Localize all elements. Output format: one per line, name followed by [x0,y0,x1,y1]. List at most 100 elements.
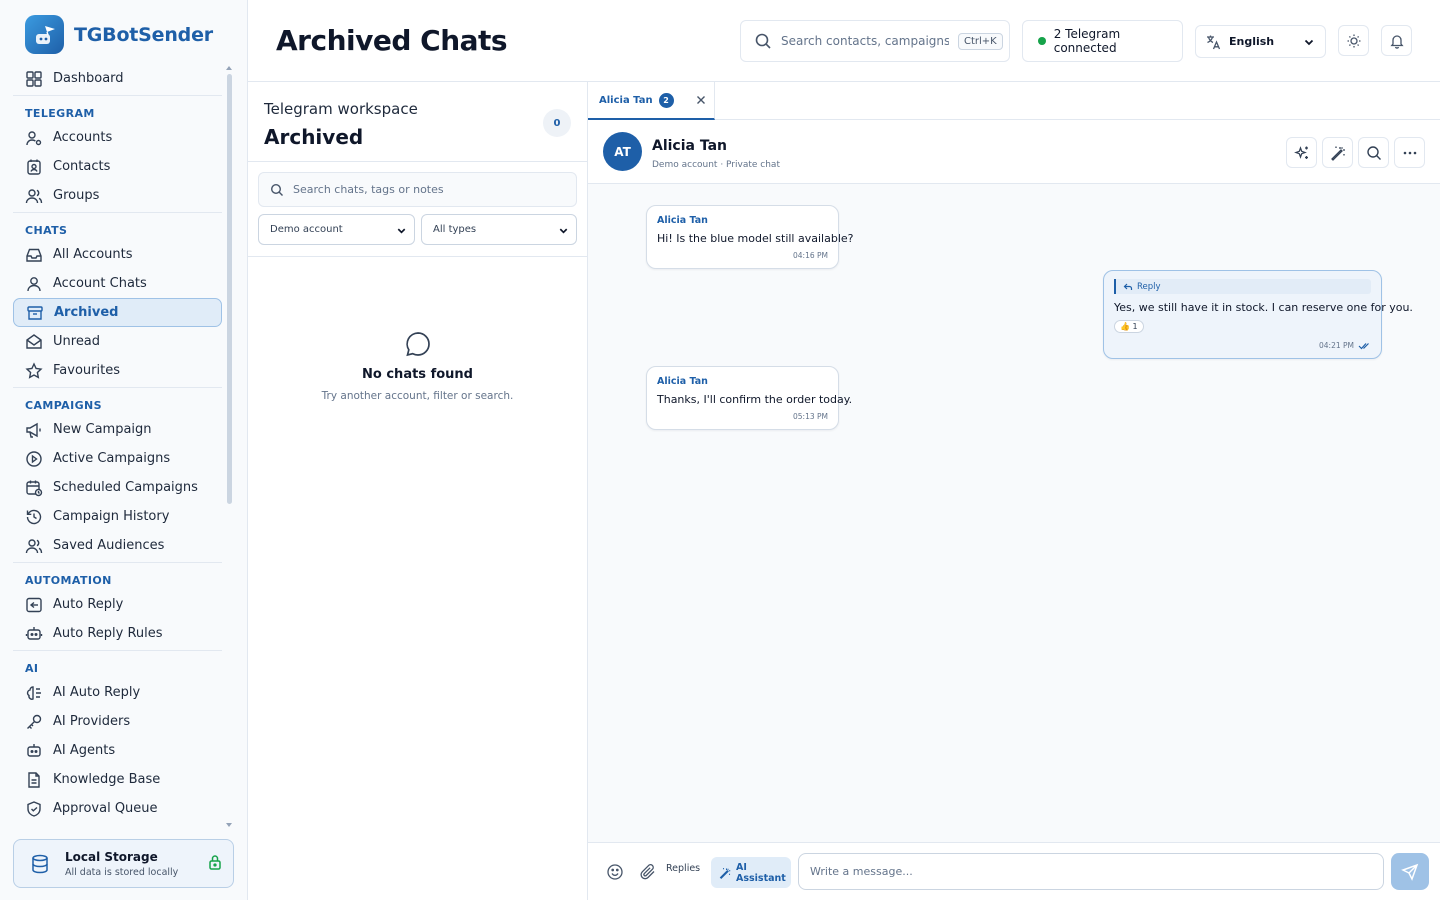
file-text-icon [28,771,40,788]
more-options-button[interactable] [1394,137,1425,168]
sidebar-item-ai-auto-reply[interactable]: AI Auto Reply [13,678,222,707]
ai-assistant-button[interactable]: AI Assistant [711,857,791,888]
sidebar-item-unread[interactable]: Unread [13,327,222,356]
megaphone-icon [26,422,41,438]
sidebar-item-groups[interactable]: Groups [13,181,222,210]
sidebar-item-account-chats[interactable]: Account Chats [13,269,222,298]
sidebar-item-label: AI Auto Reply [53,685,141,700]
reply-quote[interactable]: Reply [1114,279,1371,294]
conversation-header: AT Alicia Tan Demo account · Private cha… [588,120,1440,184]
users-icon [25,188,43,203]
sidebar-item-label: Dashboard [53,71,124,86]
reaction-badge[interactable]: 👍 1 [1114,320,1144,333]
avatar[interactable]: AT [603,132,642,171]
sidebar-item-favourites[interactable]: Favourites [13,356,222,385]
sidebar-item-label: Account Chats [53,276,147,291]
sidebar-item-accounts[interactable]: Accounts [13,123,222,152]
sidebar-item-scheduled-campaigns[interactable]: Scheduled Campaigns [13,473,222,502]
sidebar-item-active-campaigns[interactable]: Active Campaigns [13,444,222,473]
ai-suggest-button[interactable] [1286,137,1317,168]
telegram-connection-status[interactable]: 2 Telegram connected [1022,20,1183,62]
sidebar-item-ai-providers[interactable]: AI Providers [13,707,222,736]
lock-icon [209,855,221,870]
shield-check-icon [27,800,41,817]
message-text: Hi! Is the blue model still available? [657,232,854,245]
chat-search[interactable] [258,172,577,207]
account-filter-value: Demo account [270,224,343,235]
more-horizontal-icon [1403,151,1416,154]
app-logo-icon [25,15,64,54]
contact-name: Alicia Tan [652,138,728,154]
contact-book-icon [27,159,41,175]
paperclip-icon[interactable] [639,863,657,881]
sidebar-item-auto-reply[interactable]: Auto Reply [13,590,222,619]
message-text: Thanks, I'll confirm the order today. [657,393,853,406]
sidebar-item-label: Active Campaigns [53,451,171,466]
ai-assistant-label: AI Assistant [736,861,786,884]
language-label: English [1229,35,1275,48]
translate-icon [1207,35,1221,49]
divider [248,256,587,257]
chat-tab-bar: Alicia Tan 2 [588,82,1440,120]
sidebar-item-label: All Accounts [53,247,133,262]
emoji-icon[interactable] [606,863,624,881]
chat-tab-alicia-tan[interactable]: Alicia Tan 2 [588,82,715,120]
search-icon [755,33,771,49]
send-button[interactable] [1391,853,1429,890]
global-search[interactable]: Ctrl+K [740,20,1010,62]
chat-search-input[interactable] [293,183,553,196]
sidebar-item-archived[interactable]: Archived [13,298,222,327]
sidebar-nav: Dashboard TELEGRAM Accounts Contacts Gro… [0,64,234,830]
close-icon[interactable] [696,95,706,105]
account-filter-select[interactable]: Demo account [258,214,415,245]
sidebar-item-ai-agents[interactable]: AI Agents [13,736,222,765]
database-icon [32,854,48,873]
type-filter-select[interactable]: All types [421,214,577,245]
notifications-button[interactable] [1381,25,1412,56]
sun-icon [1347,34,1360,47]
theme-toggle-button[interactable] [1338,25,1369,56]
search-shortcut-badge: Ctrl+K [958,32,1003,50]
language-select[interactable]: English [1195,25,1326,58]
global-search-input[interactable] [781,34,949,48]
message-incoming[interactable]: Alicia Tan Hi! Is the blue model still a… [646,205,854,269]
sidebar-item-label: Scheduled Campaigns [53,480,198,495]
sidebar-item-approval-queue[interactable]: Approval Queue [13,794,222,823]
sidebar-item-auto-reply-rules[interactable]: Auto Reply Rules [13,619,222,648]
quick-replies-button[interactable]: Replies [666,863,700,874]
sidebar-item-all-accounts[interactable]: All Accounts [13,240,222,269]
message-outgoing[interactable]: Reply Yes, we still have it in stock. I … [1103,270,1413,359]
message-sender: Alicia Tan [657,376,708,387]
sidebar-item-contacts[interactable]: Contacts [13,152,222,181]
message-input[interactable] [798,853,1384,890]
section-campaigns: CAMPAIGNS [25,399,102,412]
sidebar-item-new-campaign[interactable]: New Campaign [13,415,222,444]
message-time: 04:21 PM [1319,341,1354,350]
message-list: Alicia Tan Hi! Is the blue model still a… [588,184,1440,842]
chat-tab-label: Alicia Tan [599,94,653,106]
archive-icon [27,305,43,320]
empty-state-subtitle: Try another account, filter or search. [321,390,514,402]
search-in-chat-button[interactable] [1358,137,1389,168]
sidebar-item-label: Knowledge Base [53,772,161,787]
sidebar-item-label: Approval Queue [53,801,158,816]
sidebar-item-campaign-history[interactable]: Campaign History [13,502,222,531]
magic-wand-button[interactable] [1322,137,1353,168]
sidebar-item-label: Contacts [53,159,111,174]
app-name: TGBotSender [74,23,213,46]
sidebar-item-knowledge-base[interactable]: Knowledge Base [13,765,222,794]
sidebar-item-label: Archived [54,305,119,320]
sidebar-item-saved-audiences[interactable]: Saved Audiences [13,531,222,560]
magic-wand-icon [719,867,731,879]
ai-brain-icon [26,685,41,700]
sidebar-item-dashboard[interactable]: Dashboard [13,64,222,93]
brand[interactable]: TGBotSender [25,15,213,54]
workspace-label: Telegram workspace [264,100,418,118]
type-filter-value: All types [433,224,477,235]
message-text: Yes, we still have it in stock. I can re… [1114,301,1413,314]
local-storage-card[interactable]: Local Storage All data is stored locally [13,839,234,888]
message-incoming[interactable]: Alicia Tan Thanks, I'll confirm the orde… [646,366,853,430]
message-composer: Replies AI Assistant [588,842,1440,900]
storage-title: Local Storage [65,849,158,864]
chat-list-header: Telegram workspace Archived 0 [248,82,587,162]
